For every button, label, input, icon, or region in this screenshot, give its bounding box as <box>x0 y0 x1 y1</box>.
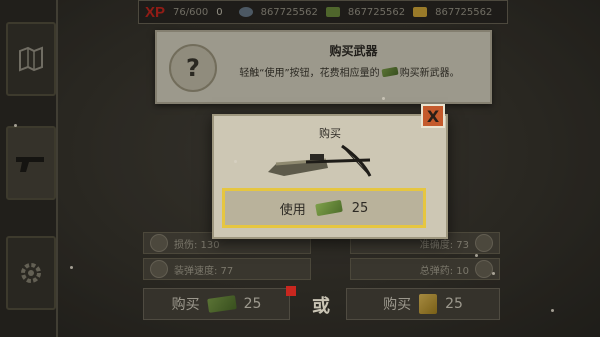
buy-cash-cost: 25 <box>243 296 262 312</box>
sidebar-map-button[interactable] <box>6 22 56 96</box>
snow-particle <box>14 124 17 127</box>
banner-title: 购买武器 <box>329 44 378 58</box>
question-icon: ? <box>169 44 217 92</box>
gem-icon <box>238 7 253 17</box>
or-label: 或 <box>312 296 330 317</box>
game-screen: XP 76/600 0 867725562 867725562 86772556… <box>0 0 600 337</box>
xp-progress: 76/600 <box>173 6 209 18</box>
buy-gold-cost: 25 <box>445 296 463 312</box>
sidebar-weapons-button[interactable] <box>6 126 56 200</box>
banner-text: 轻触“使用”按钮，花费相应量的 购买新武器。 <box>217 64 482 79</box>
banner-text-part-1: 轻触“使用”按钮，花费相应量的 <box>239 68 380 79</box>
stat-ammo-text: 总弹药: 10 <box>419 265 469 277</box>
level-value: 0 <box>216 6 223 18</box>
crosshair-icon <box>475 234 493 252</box>
use-cost: 25 <box>351 200 369 216</box>
dialog-title: 购买 <box>319 127 341 140</box>
xp-label: XP <box>145 3 166 21</box>
crossbow-image <box>268 144 372 177</box>
use-button[interactable]: 使用 25 <box>222 188 426 228</box>
reload-icon <box>150 260 168 278</box>
left-sidebar <box>0 0 58 337</box>
buy-with-gold-button[interactable]: 购买 25 <box>346 288 500 320</box>
buy-cash-label: 购买 <box>171 297 200 313</box>
snow-particle <box>492 272 495 275</box>
new-badge-icon <box>286 286 296 296</box>
snow-particle <box>234 160 237 163</box>
stat-reload: 装弹速度: 77 <box>143 258 311 280</box>
gear-icon <box>21 263 41 283</box>
sidebar-settings-button[interactable] <box>6 236 56 310</box>
stat-ammo: 总弹药: 10 <box>350 258 500 280</box>
bullets-icon <box>475 260 493 278</box>
snow-particle <box>70 266 73 269</box>
snow-particle <box>475 254 478 257</box>
stat-reload-text: 装弹速度: 77 <box>174 265 234 277</box>
top-status-bar: XP 76/600 0 867725562 867725562 86772556… <box>138 0 508 24</box>
gold-icon <box>413 7 428 17</box>
pistol-icon <box>16 157 44 172</box>
snow-particle <box>382 97 385 100</box>
buy-gold-label: 购买 <box>383 297 412 313</box>
close-button[interactable]: X <box>421 104 445 128</box>
purchase-dialog: 购买 使用 25 <box>212 114 448 239</box>
info-banner: ? 购买武器 轻触“使用”按钮，花费相应量的 购买新武器。 <box>155 30 492 104</box>
cash-icon <box>325 7 340 17</box>
map-icon <box>19 46 43 72</box>
use-label: 使用 <box>279 202 306 218</box>
cash-icon <box>381 66 399 78</box>
buy-with-cash-button[interactable]: 购买 25 <box>143 288 290 320</box>
banner-text-part-2: 购买新武器。 <box>399 68 460 79</box>
currency-1-value: 867725562 <box>260 6 318 18</box>
currency-2-value: 867725562 <box>347 6 406 18</box>
cash-icon <box>314 199 343 217</box>
gold-icon <box>419 294 438 314</box>
cash-icon <box>206 295 237 313</box>
skull-icon <box>150 234 168 252</box>
snow-particle <box>551 309 554 312</box>
currency-3-value: 867725562 <box>435 6 493 18</box>
